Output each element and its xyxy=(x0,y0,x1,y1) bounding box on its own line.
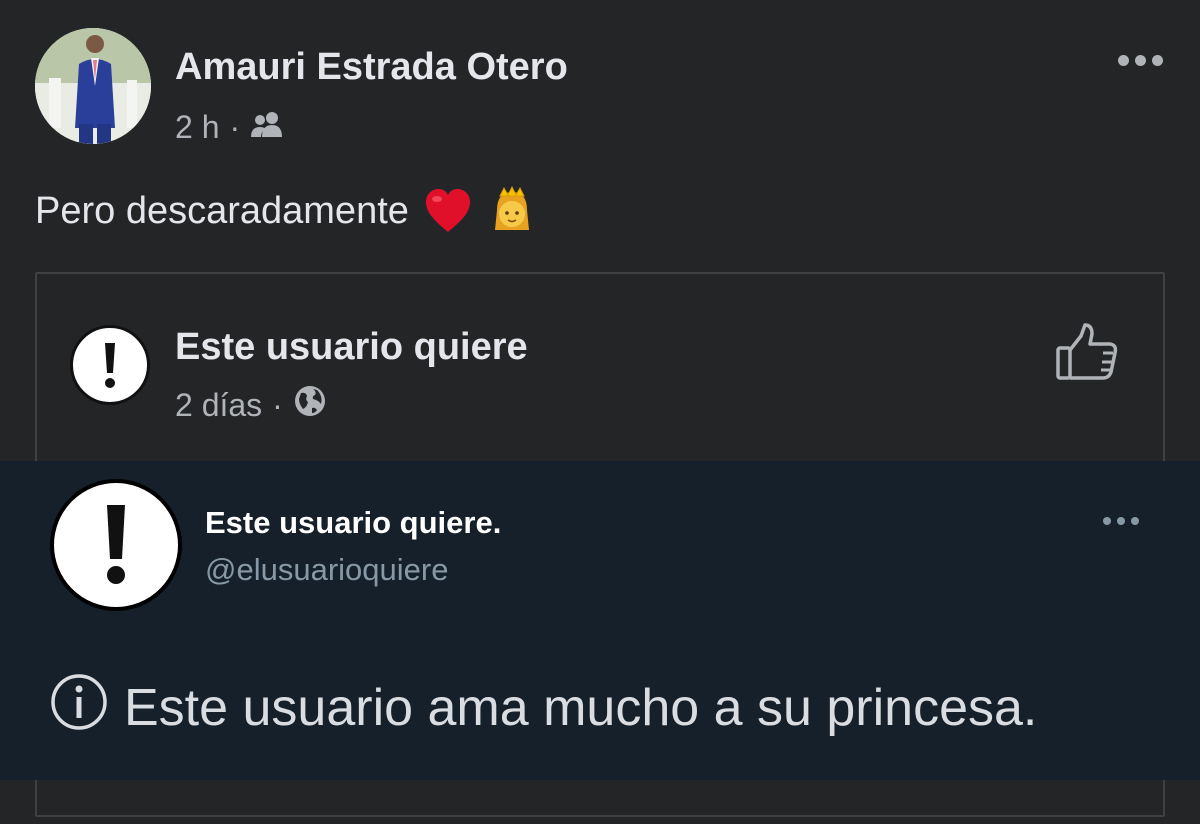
post-time[interactable]: 2 h xyxy=(175,109,219,146)
tweet-handle: @elusuarioquiere xyxy=(205,552,449,587)
shared-page-name[interactable]: Este usuario quiere xyxy=(175,326,528,369)
more-options-icon xyxy=(1117,54,1129,66)
shared-meta-separator: · xyxy=(272,386,283,423)
friends-icon xyxy=(250,109,284,146)
post-more-options-button[interactable] xyxy=(1110,40,1170,80)
exclamation-icon xyxy=(107,505,125,584)
shared-post-time[interactable]: 2 días xyxy=(175,387,262,424)
embedded-tweet-image[interactable]: Este usuario quiere. @elusuarioquiere Es… xyxy=(0,461,1200,780)
post-text: Pero descaradamente xyxy=(35,189,409,232)
tweet-avatar xyxy=(50,479,182,611)
red-heart-emoji-icon xyxy=(423,186,473,236)
tweet-notice-text: Este usuario ama mucho a su princesa. xyxy=(124,679,1038,737)
princess-emoji-icon xyxy=(487,185,537,236)
info-icon xyxy=(50,673,108,744)
shared-page-avatar[interactable] xyxy=(70,325,150,405)
globe-icon xyxy=(293,384,327,426)
author-name[interactable]: Amauri Estrada Otero xyxy=(175,46,568,89)
meta-separator: · xyxy=(229,108,241,145)
post-body: Pero descaradamente xyxy=(35,185,537,236)
shared-post-meta: 2 días · xyxy=(175,385,327,425)
exclamation-icon xyxy=(105,343,115,388)
thumbs-up-icon[interactable] xyxy=(1055,322,1121,384)
facebook-post: Amauri Estrada Otero 2 h · Pero descarad… xyxy=(0,0,1200,824)
post-meta: 2 h · xyxy=(175,107,284,147)
tweet-more-options-icon xyxy=(1095,509,1147,533)
tweet-display-name: Este usuario quiere. xyxy=(205,505,502,540)
tweet-notice: Este usuario ama mucho a su princesa. xyxy=(50,673,1037,743)
author-avatar[interactable] xyxy=(35,28,151,144)
